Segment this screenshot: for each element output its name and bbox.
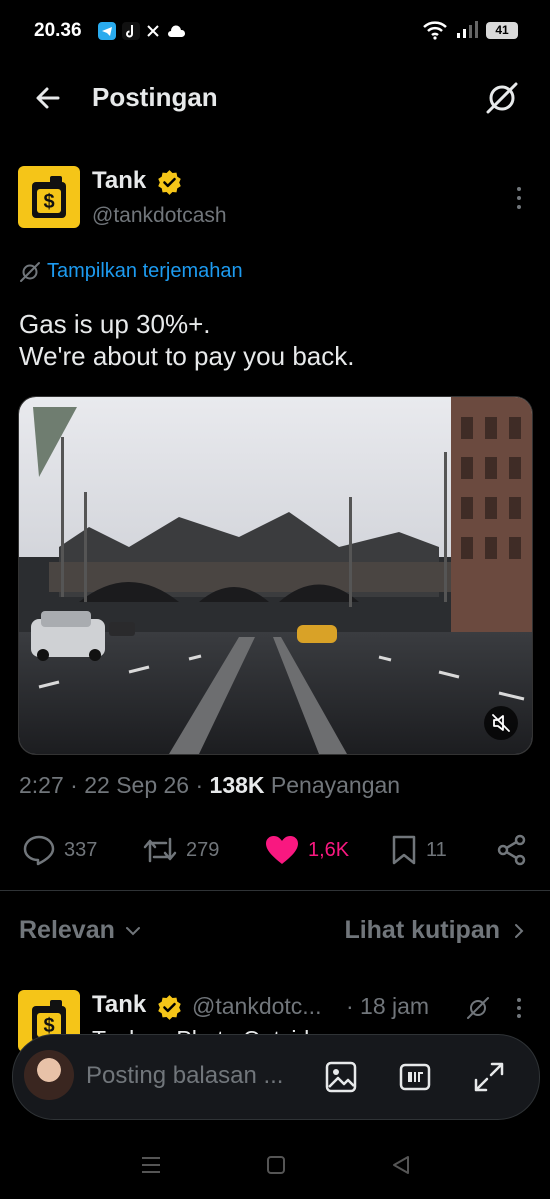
expand-icon[interactable] xyxy=(472,1060,506,1094)
bookmark-button[interactable]: 11 xyxy=(390,832,447,868)
status-time: 20.36 xyxy=(34,20,82,41)
translate-small-icon xyxy=(20,261,40,282)
post-meta: 2:27 · 22 Sep 26 · 138K Penayangan xyxy=(19,772,401,798)
post-date: 22 Sep 26 xyxy=(84,772,190,798)
top-app-bar xyxy=(0,62,550,142)
mute-button[interactable] xyxy=(484,706,518,740)
video-frame-image xyxy=(19,397,532,754)
share-icon xyxy=(497,834,526,866)
home-icon[interactable] xyxy=(265,1155,287,1175)
reply-input[interactable]: Posting balasan ... xyxy=(86,1062,283,1090)
translate-icon[interactable] xyxy=(484,80,520,116)
post-text: Gas is up 30%+. We're about to pay you b… xyxy=(19,309,355,371)
author-avatar[interactable]: $ xyxy=(18,166,80,228)
reply-time: · 18 jam xyxy=(346,993,430,1019)
like-count: 1,6K xyxy=(308,838,350,861)
reply-author-name[interactable]: Tank xyxy=(92,991,146,1019)
views-count: 138K xyxy=(209,772,265,798)
show-translation-label: Tampilkan terjemahan xyxy=(47,260,243,282)
reply-icon xyxy=(23,835,55,866)
telegram-icon xyxy=(98,22,116,40)
fuel-can-logo: $ xyxy=(32,176,66,218)
translate-icon[interactable] xyxy=(466,996,490,1020)
more-options-icon[interactable] xyxy=(512,996,526,1020)
cloud-icon xyxy=(168,25,186,37)
more-options-icon[interactable] xyxy=(510,184,528,212)
share-button[interactable] xyxy=(496,832,528,868)
view-quotes-link[interactable]: Lihat kutipan xyxy=(344,916,524,945)
recents-icon[interactable] xyxy=(140,1156,162,1174)
x-icon xyxy=(147,25,159,37)
heart-filled-icon xyxy=(266,836,298,864)
status-bar: 20.36 41 xyxy=(0,0,550,62)
sort-label: Relevan xyxy=(19,916,115,944)
chevron-right-icon xyxy=(515,923,524,938)
user-avatar xyxy=(24,1050,74,1100)
reply-button[interactable]: 337 xyxy=(22,832,97,868)
replies-sort-dropdown[interactable]: Relevan xyxy=(19,916,141,945)
page-title: Postingan xyxy=(92,82,218,112)
divider xyxy=(0,890,550,891)
system-navigation-bar xyxy=(0,1130,550,1199)
author-name[interactable]: Tank xyxy=(92,167,146,195)
repost-count: 279 xyxy=(186,838,220,861)
muted-speaker-icon xyxy=(492,714,510,732)
image-icon[interactable] xyxy=(324,1060,358,1094)
bookmark-icon xyxy=(392,835,416,865)
svg-text:$: $ xyxy=(43,191,54,213)
chevron-down-icon xyxy=(125,926,140,935)
gif-icon[interactable] xyxy=(398,1060,432,1094)
like-button[interactable]: 1,6K xyxy=(264,832,349,868)
repost-icon xyxy=(143,837,177,863)
show-translation-link[interactable]: Tampilkan terjemahan xyxy=(19,260,243,283)
post-video[interactable] xyxy=(18,396,533,755)
repost-button[interactable]: 279 xyxy=(142,832,219,868)
reply-author-handle[interactable]: @tankdotc... xyxy=(192,993,321,1020)
verified-badge-icon xyxy=(158,170,181,195)
back-nav-icon[interactable] xyxy=(390,1155,412,1175)
notification-icons xyxy=(98,22,186,40)
author-handle[interactable]: @tankdotcash xyxy=(92,204,227,228)
view-quotes-label: Lihat kutipan xyxy=(344,916,500,944)
reply-count: 337 xyxy=(64,838,98,861)
verified-badge-icon xyxy=(158,995,181,1020)
views-label: Penayangan xyxy=(270,772,401,798)
wifi-icon xyxy=(423,21,447,40)
bookmark-count: 11 xyxy=(426,838,447,861)
tiktok-icon xyxy=(122,22,140,40)
post-time: 2:27 xyxy=(19,772,64,798)
signal-icon xyxy=(457,21,478,38)
back-arrow-icon[interactable] xyxy=(32,82,64,114)
system-indicators: 41 xyxy=(422,20,518,40)
battery-indicator: 41 xyxy=(486,21,518,39)
